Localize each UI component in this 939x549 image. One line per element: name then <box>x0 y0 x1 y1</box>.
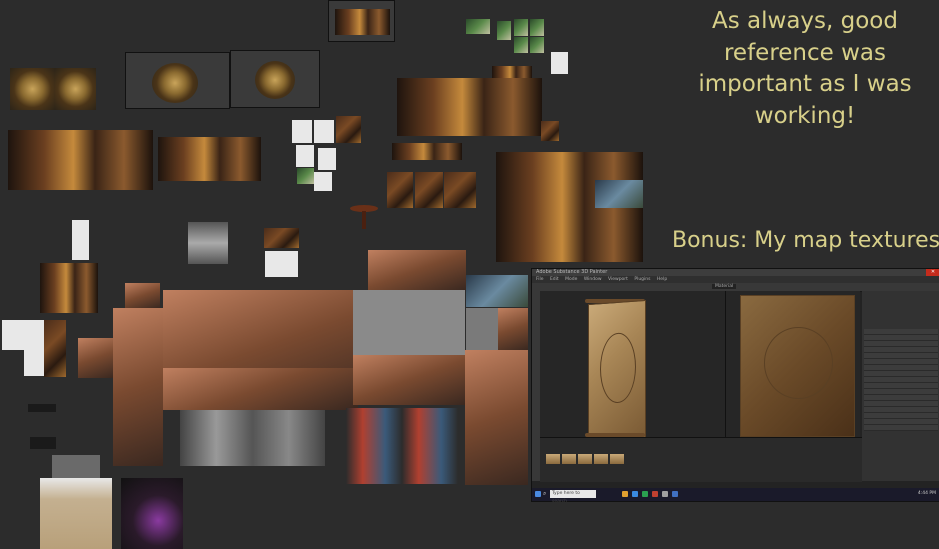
ref-plant-2 <box>497 21 511 40</box>
ref-character-face-small <box>125 283 160 308</box>
ref-character-sheet-2 <box>465 350 528 485</box>
ref-globe-2 <box>314 120 334 143</box>
ref-compass-tile-2 <box>55 68 96 110</box>
ref-globe-6 <box>297 168 314 184</box>
ref-ladder-3 <box>44 320 66 377</box>
substance-painter-window: Adobe Substance 3D Painter ✕ File Edit M… <box>531 268 939 504</box>
ref-khaki-pants <box>40 478 112 549</box>
ref-ladder-1 <box>2 320 24 350</box>
ref-ui-fragment-1 <box>28 404 56 412</box>
shelf-thumbnail[interactable] <box>546 454 560 464</box>
menu-edit[interactable]: Edit <box>550 277 559 282</box>
ref-library-render-top <box>397 78 542 136</box>
panel-row[interactable] <box>864 425 938 431</box>
shelf-thumbnail[interactable] <box>610 454 624 464</box>
ref-boy-leaning <box>78 338 113 378</box>
shelf-thumbnail[interactable] <box>578 454 592 464</box>
ref-cabinet-3 <box>444 172 476 208</box>
ref-compass-tile-1 <box>10 68 55 110</box>
ref-headshots <box>368 250 466 290</box>
viewport-3d[interactable] <box>540 291 860 459</box>
ref-sculpt-grid <box>180 410 325 466</box>
close-icon[interactable]: ✕ <box>926 269 939 276</box>
ref-plaid-character <box>346 408 458 484</box>
taskbar-app-icon[interactable] <box>672 491 678 497</box>
ref-pose-1 <box>466 308 498 350</box>
viewport-divider <box>725 291 726 459</box>
bonus-caption: Bonus: My map textures <box>672 228 939 253</box>
ref-ui-fragment-2 <box>30 437 56 449</box>
windows-taskbar: ⌕ Type here to search 4:44 PM <box>532 488 939 504</box>
menu-mode[interactable]: Mode <box>565 277 577 282</box>
ref-magic-render <box>121 478 183 549</box>
ref-fantasy-1 <box>595 180 643 208</box>
ref-viewport-shot-1 <box>125 52 230 109</box>
ref-round-table <box>349 203 379 233</box>
taskbar-app-icon[interactable] <box>652 491 658 497</box>
menu-help[interactable]: Help <box>657 277 667 282</box>
ref-globe-3 <box>336 116 361 143</box>
view-mode-select[interactable]: Material <box>712 284 737 289</box>
menu-bar: File Edit Mode Window Viewport Plugins H… <box>532 276 939 283</box>
ref-turnaround-heads <box>353 355 465 405</box>
ref-cabinet-2 <box>415 172 443 208</box>
ref-render-top <box>328 0 395 42</box>
ref-dark-photos <box>466 275 528 307</box>
ref-globe-7 <box>314 172 332 191</box>
taskbar-search-box[interactable]: Type here to search <box>550 490 596 504</box>
reference-caption: As always, good reference was important … <box>698 8 912 129</box>
ref-expression-grid <box>163 368 353 410</box>
ref-viewport-shot-2 <box>230 50 320 108</box>
menu-viewport[interactable]: Viewport <box>608 277 628 282</box>
taskbar-app-icon[interactable] <box>632 491 638 497</box>
ref-shelf-strip <box>392 143 462 160</box>
ref-white-box <box>265 251 298 277</box>
ref-small-shelf <box>541 121 559 141</box>
ref-sculpt-head <box>188 222 228 264</box>
taskbar-app-icon[interactable] <box>622 491 628 497</box>
ref-character-sheet-1 <box>113 308 163 466</box>
map-scroll-3d <box>588 299 646 443</box>
ref-plant-4 <box>530 19 544 36</box>
layers-panel <box>862 291 939 481</box>
menu-window[interactable]: Window <box>584 277 602 282</box>
ref-bedroom <box>40 263 98 313</box>
map-texture-2d <box>740 295 855 437</box>
window-title-bar: Adobe Substance 3D Painter ✕ <box>532 269 939 276</box>
ref-cabinet-1 <box>387 172 413 208</box>
taskbar-clock: 4:44 PM <box>917 491 936 496</box>
windows-start-icon[interactable] <box>535 491 541 497</box>
shelf-panel <box>540 437 862 482</box>
ref-globe-4 <box>296 145 314 167</box>
ref-plant-chart <box>551 52 568 74</box>
menu-file[interactable]: File <box>536 277 544 282</box>
taskbar-app-icon[interactable] <box>662 491 668 497</box>
shelf-thumbnail[interactable] <box>594 454 608 464</box>
ref-shirt-photo <box>52 455 100 479</box>
ref-ladder-2 <box>24 320 44 376</box>
menu-plugins[interactable]: Plugins <box>634 277 650 282</box>
shelf-thumbnail[interactable] <box>562 454 576 464</box>
ref-library-wide-2 <box>158 137 261 181</box>
ref-box-1 <box>264 228 299 248</box>
ref-globe-5 <box>318 148 336 170</box>
ref-plant-1 <box>466 19 490 34</box>
ref-ladder-tall <box>72 220 89 260</box>
ref-plant-6 <box>530 37 544 53</box>
ref-pose-2 <box>498 308 528 350</box>
ref-library-strip <box>492 66 532 78</box>
ref-globe-1 <box>292 120 312 143</box>
toolbar-left <box>532 291 540 481</box>
ref-library-wide-1 <box>8 130 153 190</box>
taskbar-app-icon[interactable] <box>642 491 648 497</box>
ref-plant-3 <box>514 19 528 36</box>
search-icon[interactable]: ⌕ <box>543 490 546 498</box>
window-title: Adobe Substance 3D Painter <box>536 269 608 275</box>
ref-plant-5 <box>514 37 528 53</box>
